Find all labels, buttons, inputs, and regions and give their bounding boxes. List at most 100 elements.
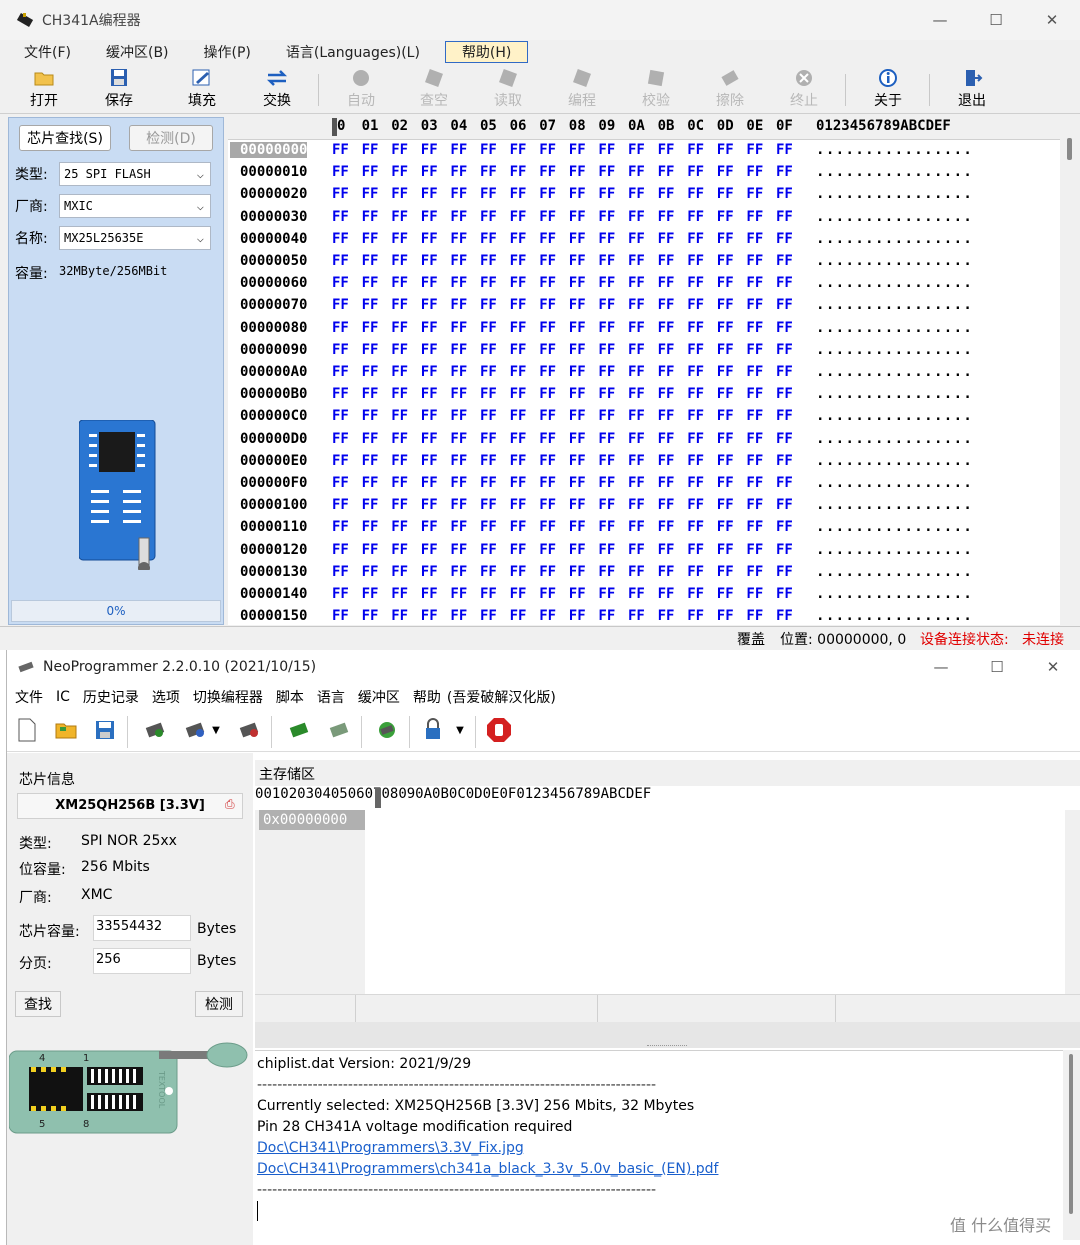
hex-byte[interactable]: FF [421,475,438,491]
hex-byte[interactable]: FF [539,542,556,558]
hex-byte[interactable]: FF [391,475,408,491]
hex-byte[interactable]: FF [658,542,675,558]
hex-byte[interactable]: FF [598,209,615,225]
hex-byte[interactable]: FF [569,519,586,535]
hex-scrollbar[interactable] [1065,810,1080,994]
hex-byte[interactable]: FF [776,297,793,313]
hex-byte[interactable]: FF [658,386,675,402]
hex-byte[interactable]: FF [658,586,675,602]
hex-byte[interactable]: FF [776,564,793,580]
hex-byte[interactable]: FF [687,253,704,269]
hex-byte[interactable]: FF [539,186,556,202]
hex-row[interactable]: 000000D0 FF FF FF FF FF FF FF FF FF FF FF FF FF FF FF FF… [228,429,1060,451]
hex-byte[interactable]: FF [717,164,734,180]
hex-byte[interactable]: FF [539,320,556,336]
hex-byte[interactable]: FF [362,253,379,269]
hex-byte[interactable]: FF [391,320,408,336]
save-button[interactable]: 保存 [89,66,149,112]
hex-byte[interactable]: FF [539,231,556,247]
hex-byte[interactable]: FF [746,386,763,402]
hex-byte[interactable]: FF [510,364,527,380]
hex-byte[interactable]: FF [510,297,527,313]
hex-byte[interactable]: FF [628,142,645,158]
hex-byte[interactable]: FF [450,253,467,269]
hex-byte[interactable]: FF [391,342,408,358]
detect-chip-button[interactable] [141,716,169,744]
hex-byte[interactable]: FF [717,608,734,624]
hex-byte[interactable]: FF [391,253,408,269]
hex-byte[interactable]: FF [598,253,615,269]
hex-byte[interactable]: FF [362,453,379,469]
hex-byte[interactable]: FF [628,519,645,535]
hex-byte[interactable]: FF [717,342,734,358]
hex-byte[interactable]: FF [332,497,349,513]
hex-byte[interactable]: FF [746,142,763,158]
hex-byte[interactable]: FF [746,164,763,180]
hex-byte[interactable]: FF [391,431,408,447]
hex-byte[interactable]: FF [510,453,527,469]
hex-byte[interactable]: FF [539,164,556,180]
log-scrollbar[interactable] [1063,1050,1080,1240]
hex-byte[interactable]: FF [569,408,586,424]
hex-row[interactable]: 00000140 FF FF FF FF FF FF FF FF FF FF FF FF FF FF FF FF… [228,584,1060,606]
hex-byte[interactable]: FF [391,564,408,580]
hex-row[interactable]: 00000000 FF FF FF FF FF FF FF FF FF FF FF FF FF FF FF FF… [228,140,1060,162]
hex-byte[interactable]: FF [776,364,793,380]
menu-buffer[interactable]: 缓冲区(B) [102,42,173,62]
hex-byte[interactable]: FF [539,209,556,225]
hex-byte[interactable]: FF [687,186,704,202]
hex-byte[interactable]: FF [717,320,734,336]
hex-editor[interactable]: 0 01 02 03 04 05 06 07 08 09 0A 0B 0C 0D 0E 0F 012345678… [228,116,1060,625]
hex-byte[interactable]: FF [391,231,408,247]
hex-byte[interactable]: FF [539,586,556,602]
hex-byte[interactable]: FF [450,342,467,358]
auto-button[interactable]: 自动 [331,66,391,112]
hex-row[interactable]: 00000150 FF FF FF FF FF FF FF FF FF FF FF FF FF FF FF FF… [228,606,1060,625]
hex-byte[interactable]: FF [717,297,734,313]
hex-byte[interactable]: FF [658,453,675,469]
hex-byte[interactable]: FF [687,475,704,491]
hex-byte[interactable]: FF [510,497,527,513]
hex-byte[interactable]: FF [480,586,497,602]
hex-byte[interactable]: FF [687,164,704,180]
hex-byte[interactable]: FF [510,608,527,624]
hex-byte[interactable]: FF [717,275,734,291]
hex-byte[interactable]: FF [746,431,763,447]
hex-row[interactable]: 00000090 FF FF FF FF FF FF FF FF FF FF FF FF FF FF FF FF… [228,340,1060,362]
scrollbar-thumb[interactable] [1067,138,1072,160]
hex-byte[interactable]: FF [746,364,763,380]
hex-byte[interactable]: FF [421,209,438,225]
hex-row[interactable]: 00000060 FF FF FF FF FF FF FF FF FF FF FF FF FF FF FF FF… [228,273,1060,295]
hex-byte[interactable]: FF [332,542,349,558]
hex-byte[interactable]: FF [362,564,379,580]
hex-byte[interactable]: FF [421,542,438,558]
hex-byte[interactable]: FF [362,275,379,291]
hex-byte[interactable]: FF [658,253,675,269]
hex-byte[interactable]: FF [539,364,556,380]
hex-byte[interactable]: FF [746,275,763,291]
hex-byte[interactable]: FF [480,386,497,402]
hex-byte[interactable]: FF [628,542,645,558]
hex-byte[interactable]: FF [776,142,793,158]
hex-byte[interactable]: FF [362,475,379,491]
hex-byte[interactable]: FF [628,186,645,202]
chip-name-box[interactable]: XM25QH256B [3.3V] [17,793,243,819]
hex-byte[interactable]: FF [776,475,793,491]
hex-byte[interactable]: FF [510,542,527,558]
hex-byte[interactable]: FF [510,475,527,491]
hex-byte[interactable]: FF [776,186,793,202]
hex-byte[interactable]: FF [687,608,704,624]
open-button[interactable]: 打开 [14,66,74,112]
hex-byte[interactable]: FF [421,519,438,535]
hex-byte[interactable]: FF [776,408,793,424]
hex-byte[interactable]: FF [628,231,645,247]
hex-byte[interactable]: FF [658,342,675,358]
stop-button[interactable]: 终止 [774,66,834,112]
hex-byte[interactable]: FF [480,142,497,158]
tab-main-memory[interactable]: 主存储区 [259,764,315,784]
hex-byte[interactable]: FF [776,342,793,358]
hex-byte[interactable]: FF [776,497,793,513]
hex-row[interactable]: 000000F0 FF FF FF FF FF FF FF FF FF FF FF FF FF FF FF FF… [228,473,1060,495]
hex-row[interactable]: 00000120 FF FF FF FF FF FF FF FF FF FF FF FF FF FF FF FF… [228,540,1060,562]
hex-byte[interactable]: FF [569,386,586,402]
